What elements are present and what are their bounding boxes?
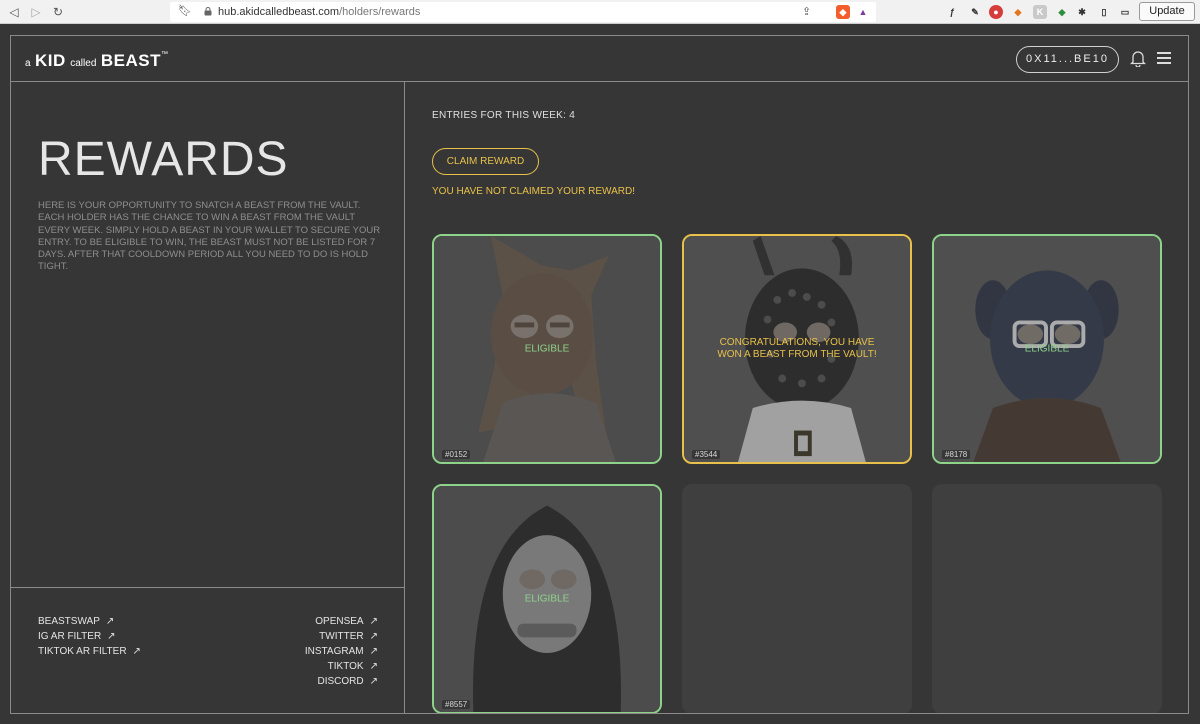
link-discord[interactable]: DISCORD ↗ — [305, 674, 378, 689]
share-icon[interactable]: ⇪ — [802, 5, 811, 18]
arrow-up-right-icon: ↗ — [107, 631, 116, 642]
back-icon[interactable]: ◁ — [6, 4, 22, 20]
forward-icon[interactable]: ▷ — [28, 4, 44, 20]
link-instagram[interactable]: INSTAGRAM ↗ — [305, 644, 378, 659]
winner-message: CONGRATULATIONS, YOU HAVE WON A BEAST FR… — [717, 337, 877, 360]
metamask-icon[interactable]: ◆ — [1011, 5, 1025, 19]
rewards-panel: ENTRIES FOR THIS WEEK: 4 CLAIM REWARD YO… — [406, 82, 1188, 713]
url-host: hub.akidcalledbeast.com — [218, 6, 340, 18]
link-opensea[interactable]: OPENSEA ↗ — [305, 614, 378, 629]
site-header: a KID called BEAST™ 0X11...BE10 — [11, 36, 1188, 82]
arrow-up-right-icon: ↗ — [369, 676, 378, 687]
bookmark-icon[interactable]: 🔖︎ — [178, 4, 192, 17]
sidebar-icon[interactable]: ▯ — [1097, 5, 1111, 19]
logo-beast: BEAST — [100, 51, 161, 70]
eligibility-status: ELIGIBLE — [524, 593, 570, 605]
brave-shield-icon[interactable]: ◆ — [836, 5, 850, 19]
arrow-up-right-icon: ↗ — [105, 616, 115, 627]
reload-icon[interactable]: ↻ — [50, 4, 66, 20]
claim-reward-button[interactable]: CLAIM REWARD — [432, 148, 539, 175]
unclaimed-notice: YOU HAVE NOT CLAIMED YOUR REWARD! — [432, 186, 635, 197]
arrow-up-right-icon: ↗ — [369, 661, 378, 672]
token-id: #3544 — [692, 450, 721, 459]
page-title: REWARDS — [38, 133, 289, 186]
extension-green-icon[interactable]: ◆ — [1055, 5, 1069, 19]
footer-links-right: OPENSEA ↗ TWITTER ↗ INSTAGRAM ↗ TIKTOK ↗ DIS… — [305, 614, 378, 689]
logo-called: called — [70, 58, 97, 69]
url-path: /holders/rewards — [339, 6, 421, 18]
token-id: #0152 — [442, 450, 471, 459]
adblock-icon[interactable]: ● — [989, 5, 1003, 19]
eligibility-status: ELIGIBLE — [524, 343, 570, 355]
token-id: #8178 — [942, 450, 971, 459]
eligibility-status: ELIGIBLE — [1024, 343, 1070, 355]
wallet-button[interactable]: 0X11...BE10 — [1016, 46, 1119, 73]
logo-tm: ™ — [160, 51, 168, 58]
address-bar[interactable]: 🔖︎ hub.akidcalledbeast.com/holders/rewar… — [170, 2, 876, 22]
extensions-puzzle-icon[interactable]: ✱ — [1075, 5, 1089, 19]
page-description: HERE IS YOUR OPPORTUNITY TO SNATCH A BEA… — [38, 200, 381, 273]
arrow-up-right-icon: ↗ — [369, 631, 378, 642]
entries-count: ENTRIES FOR THIS WEEK: 4 — [432, 110, 576, 121]
brave-rewards-icon[interactable]: ▲ — [856, 5, 870, 19]
link-tiktok-ar-filter[interactable]: TIKTOK AR FILTER ↗ — [38, 644, 141, 659]
logo-a: a — [25, 58, 31, 69]
link-beastswap[interactable]: BEASTSWAP ↗ — [38, 614, 141, 629]
beast-card[interactable]: CONGRATULATIONS, YOU HAVE WON A BEAST FR… — [682, 234, 912, 464]
link-twitter[interactable]: TWITTER ↗ — [305, 629, 378, 644]
extension-k-icon[interactable]: K — [1033, 5, 1047, 19]
arrow-up-right-icon: ↗ — [369, 616, 378, 627]
token-id: #8557 — [442, 700, 471, 709]
footer-links-left: BEASTSWAP ↗ IG AR FILTER ↗ TIKTOK AR FILTE… — [38, 614, 141, 659]
url-text[interactable]: hub.akidcalledbeast.com/holders/rewards — [218, 6, 420, 18]
empty-card-slot — [932, 484, 1162, 713]
beast-card[interactable]: ELIGIBLE #8557 — [432, 484, 662, 713]
link-tiktok[interactable]: TIKTOK ↗ — [305, 659, 378, 674]
beast-card[interactable]: ELIGIBLE #8178 — [932, 234, 1162, 464]
wallet-icon[interactable]: ▭ — [1118, 5, 1132, 19]
footer-links: BEASTSWAP ↗ IG AR FILTER ↗ TIKTOK AR FILTE… — [11, 587, 404, 713]
update-button[interactable]: Update — [1139, 2, 1195, 21]
bell-icon[interactable] — [1130, 49, 1146, 67]
hamburger-menu-icon[interactable] — [1157, 52, 1171, 64]
beast-card[interactable]: ELIGIBLE #0152 — [432, 234, 662, 464]
lock-icon — [204, 7, 212, 16]
browser-toolbar: ◁ ▷ ↻ 🔖︎ hub.akidcalledbeast.com/holders… — [0, 0, 1200, 24]
empty-card-slot — [682, 484, 912, 713]
left-panel: REWARDS HERE IS YOUR OPPORTUNITY TO SNAT… — [11, 82, 405, 713]
link-ig-ar-filter[interactable]: IG AR FILTER ↗ — [38, 629, 141, 644]
arrow-up-right-icon: ↗ — [369, 646, 378, 657]
site-frame: a KID called BEAST™ 0X11...BE10 REWARDS … — [10, 35, 1189, 714]
logo[interactable]: a KID called BEAST™ — [25, 51, 168, 71]
arrow-up-right-icon: ↗ — [132, 646, 141, 657]
logo-kid: KID — [35, 51, 66, 70]
pen-extension-icon[interactable]: ✎ — [968, 5, 982, 19]
formula-extension-icon[interactable]: ƒ — [945, 5, 959, 19]
